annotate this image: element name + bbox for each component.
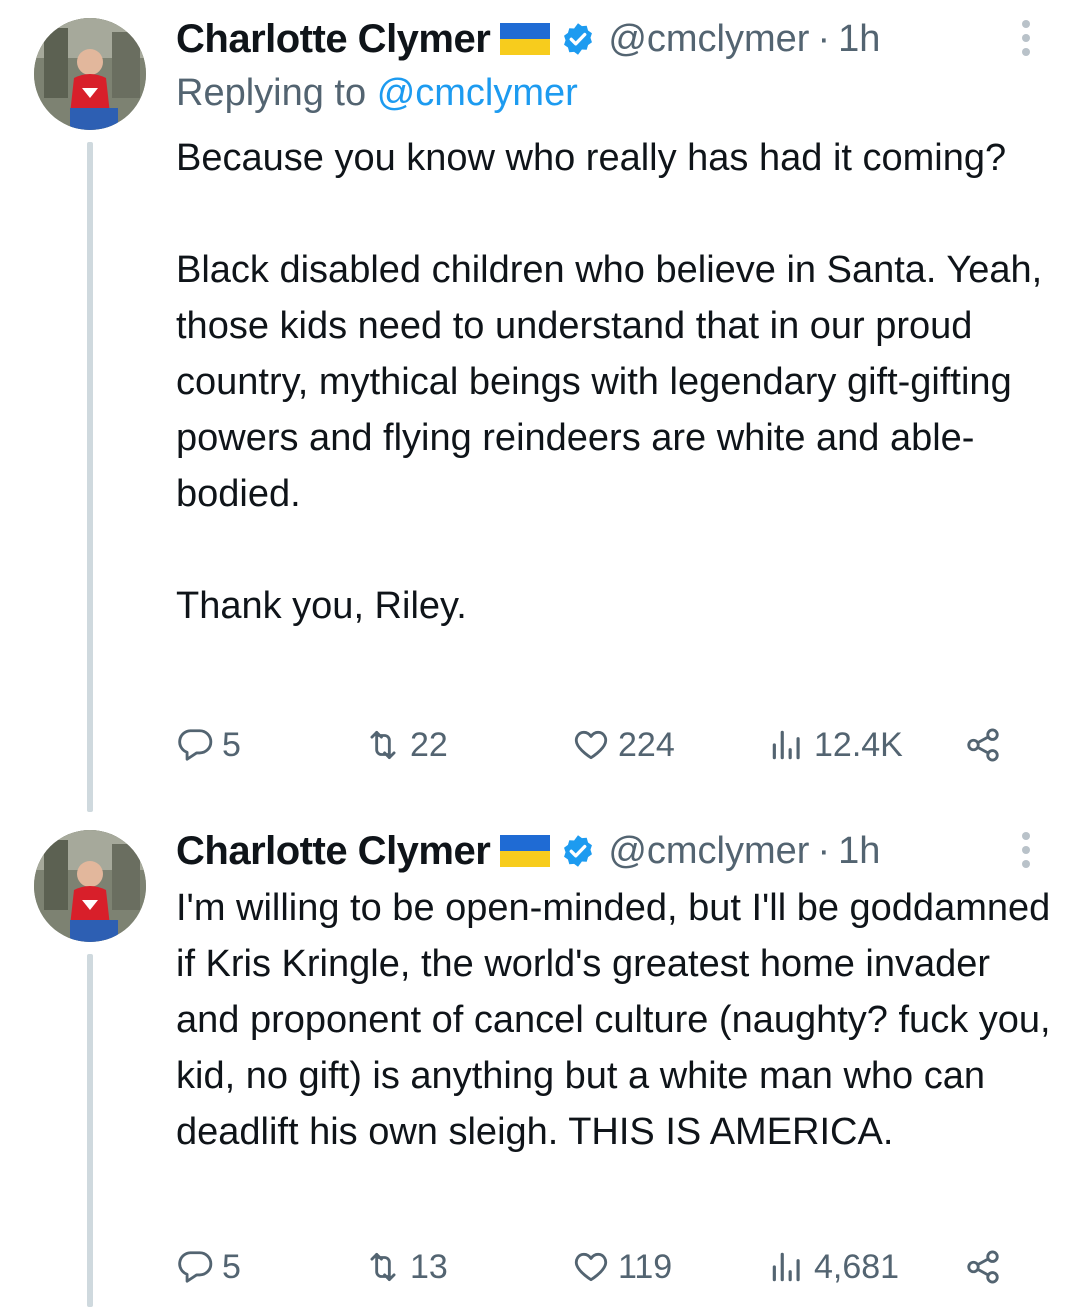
share-icon bbox=[967, 728, 999, 762]
tweet-time[interactable]: 1h bbox=[838, 18, 880, 61]
views-button[interactable]: 12.4K bbox=[768, 720, 903, 770]
retweet-count: 22 bbox=[410, 725, 448, 764]
retweet-icon bbox=[370, 1252, 396, 1282]
tweet-actions: 5 22 224 12.4K bbox=[176, 720, 1016, 770]
reply-count: 5 bbox=[222, 1247, 241, 1286]
views-icon bbox=[772, 1252, 800, 1282]
tweet-actions: 5 13 119 4,681 bbox=[176, 1242, 1016, 1292]
replying-mention[interactable]: @cmclymer bbox=[377, 72, 578, 114]
separator-dot: · bbox=[817, 829, 831, 872]
views-count: 12.4K bbox=[814, 725, 903, 764]
tweet-paragraph: Black disabled children who believe in S… bbox=[176, 249, 1043, 515]
tweet[interactable]: Charlotte Clymer @cmclymer · 1h I'm will… bbox=[0, 812, 1080, 1307]
like-icon bbox=[574, 730, 608, 760]
share-button[interactable] bbox=[964, 1242, 1010, 1292]
views-icon bbox=[772, 730, 800, 760]
avatar[interactable] bbox=[34, 18, 146, 130]
share-button[interactable] bbox=[964, 720, 1010, 770]
separator-dot: · bbox=[817, 17, 831, 60]
reply-icon bbox=[178, 729, 213, 761]
retweet-icon bbox=[370, 730, 396, 760]
tweet-time[interactable]: 1h bbox=[838, 830, 880, 873]
author-name[interactable]: Charlotte Clymer bbox=[176, 829, 491, 874]
thread-line bbox=[87, 954, 93, 1307]
author-handle[interactable]: @cmclymer bbox=[608, 18, 809, 61]
views-count: 4,681 bbox=[814, 1247, 900, 1286]
tweet-paragraph: I'm willing to be open-minded, but I'll … bbox=[176, 887, 1051, 1153]
like-button[interactable]: 119 bbox=[572, 1242, 672, 1292]
like-icon bbox=[574, 1252, 608, 1282]
like-count: 224 bbox=[618, 725, 675, 764]
ukraine-flag-icon bbox=[500, 835, 551, 867]
like-button[interactable]: 224 bbox=[572, 720, 675, 770]
more-options-icon[interactable] bbox=[1016, 20, 1036, 60]
author-name[interactable]: Charlotte Clymer bbox=[176, 17, 491, 62]
retweet-button[interactable]: 22 bbox=[364, 720, 448, 770]
reply-icon bbox=[178, 1251, 213, 1283]
share-icon bbox=[967, 1250, 999, 1284]
replying-to: Replying to @cmclymer bbox=[176, 72, 578, 115]
verified-badge-icon[interactable] bbox=[560, 833, 596, 869]
tweet-header: Charlotte Clymer @cmclymer · 1h bbox=[176, 826, 880, 876]
like-count: 119 bbox=[618, 1247, 673, 1286]
retweet-count: 13 bbox=[410, 1247, 448, 1286]
tweet-paragraph: Because you know who really has had it c… bbox=[176, 137, 1007, 179]
reply-button[interactable]: 5 bbox=[176, 720, 241, 770]
tweet-header: Charlotte Clymer @cmclymer · 1h bbox=[176, 14, 880, 64]
thread-line bbox=[87, 142, 93, 812]
avatar[interactable] bbox=[34, 830, 146, 942]
reply-count: 5 bbox=[222, 725, 241, 764]
tweet-text: I'm willing to be open-minded, but I'll … bbox=[176, 880, 1056, 1160]
more-options-icon[interactable] bbox=[1016, 832, 1036, 872]
tweet-paragraph: Thank you, Riley. bbox=[176, 585, 467, 627]
ukraine-flag-icon bbox=[500, 23, 551, 55]
tweet[interactable]: Charlotte Clymer @cmclymer · 1h Replying… bbox=[0, 0, 1080, 812]
reply-button[interactable]: 5 bbox=[176, 1242, 241, 1292]
views-button[interactable]: 4,681 bbox=[768, 1242, 899, 1292]
retweet-button[interactable]: 13 bbox=[364, 1242, 448, 1292]
verified-badge-icon[interactable] bbox=[560, 21, 596, 57]
replying-prefix: Replying to bbox=[176, 72, 367, 114]
tweet-text: Because you know who really has had it c… bbox=[176, 130, 1056, 634]
author-handle[interactable]: @cmclymer bbox=[608, 830, 809, 873]
